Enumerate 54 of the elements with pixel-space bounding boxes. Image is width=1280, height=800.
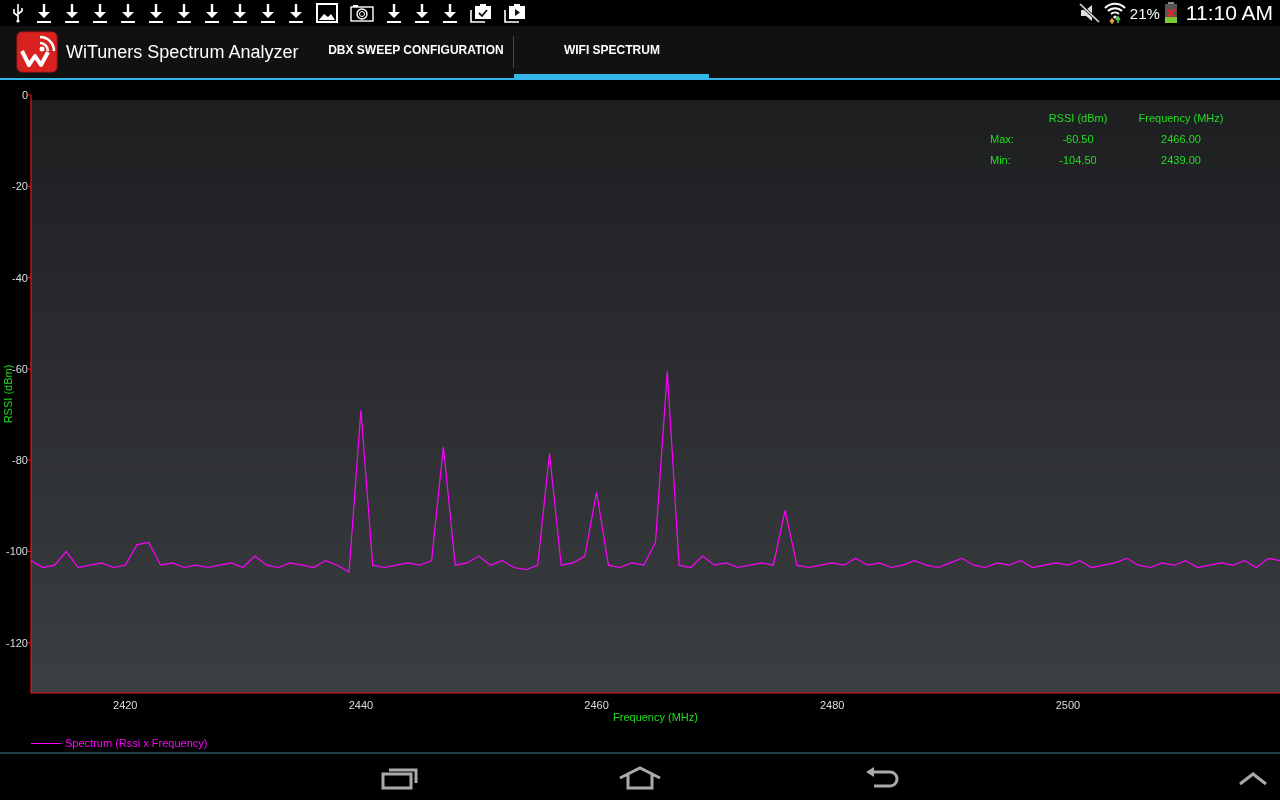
home-icon[interactable]	[618, 766, 662, 790]
back-icon[interactable]	[864, 766, 900, 790]
stats-column-header: Frequency (MHz)	[1137, 112, 1225, 124]
download-icon	[288, 3, 304, 23]
y-tick-label: -60	[12, 362, 28, 375]
tab[interactable]: DBX SWEEP CONFIGURATION	[318, 26, 514, 78]
y-tick-label: -20	[12, 180, 28, 193]
x-axis-title: Frequency (MHz)	[613, 711, 698, 723]
download-icon	[148, 3, 164, 23]
caret-up-icon[interactable]	[1238, 772, 1268, 786]
y-tick-label: -40	[12, 271, 28, 284]
x-tick-label: 2440	[348, 699, 374, 711]
y-tick-label: -80	[12, 454, 28, 467]
download-icon	[64, 3, 80, 23]
wifi-icon	[1103, 2, 1126, 24]
clipboard-check-icon	[470, 3, 492, 23]
tab[interactable]: WIFI SPECTRUM	[514, 26, 710, 78]
download-icon	[414, 3, 430, 23]
clock: 11:10 AM	[1185, 1, 1273, 25]
legend-label: Spectrum (Rssi x Frequency)	[65, 737, 208, 749]
y-tick-label: 0	[21, 89, 28, 101]
download-icon	[232, 3, 248, 23]
y-tick-label: -120	[5, 636, 28, 649]
download-icon	[36, 3, 52, 23]
recent-apps-icon[interactable]	[381, 766, 419, 790]
battery-icon	[1163, 2, 1178, 24]
download-icon	[386, 3, 402, 23]
download-icon	[260, 3, 276, 23]
usb-icon	[12, 3, 24, 23]
download-icon	[442, 3, 458, 23]
stats-value: -60.50	[1061, 133, 1095, 145]
download-icon	[204, 3, 220, 23]
camera-icon	[350, 3, 374, 23]
briefcase-play-icon	[504, 3, 526, 23]
app-title: WiTuners Spectrum Analyzer	[66, 41, 299, 63]
app-logo-icon	[16, 31, 58, 73]
mute-icon	[1077, 3, 1100, 23]
x-tick-label: 2460	[584, 699, 609, 711]
y-axis-title: RSSI (dBm)	[2, 364, 14, 424]
x-tick-label: 2420	[113, 699, 138, 711]
stats-value: 2439.00	[1160, 154, 1202, 166]
battery-percent: 21%	[1129, 4, 1160, 22]
x-tick-label: 2480	[820, 699, 845, 711]
stats-row-label: Max:	[990, 133, 1015, 145]
image-icon	[316, 3, 338, 23]
stats-column-header: RSSI (dBm)	[1047, 112, 1109, 124]
x-tick-label: 2500	[1055, 699, 1081, 711]
download-icon	[120, 3, 136, 23]
stats-row-label: Min:	[990, 154, 1012, 166]
stats-value: -104.50	[1058, 154, 1098, 166]
y-tick-label: -100	[5, 545, 28, 558]
download-icon	[176, 3, 192, 23]
stats-value: 2466.00	[1160, 133, 1202, 145]
download-icon	[92, 3, 108, 23]
